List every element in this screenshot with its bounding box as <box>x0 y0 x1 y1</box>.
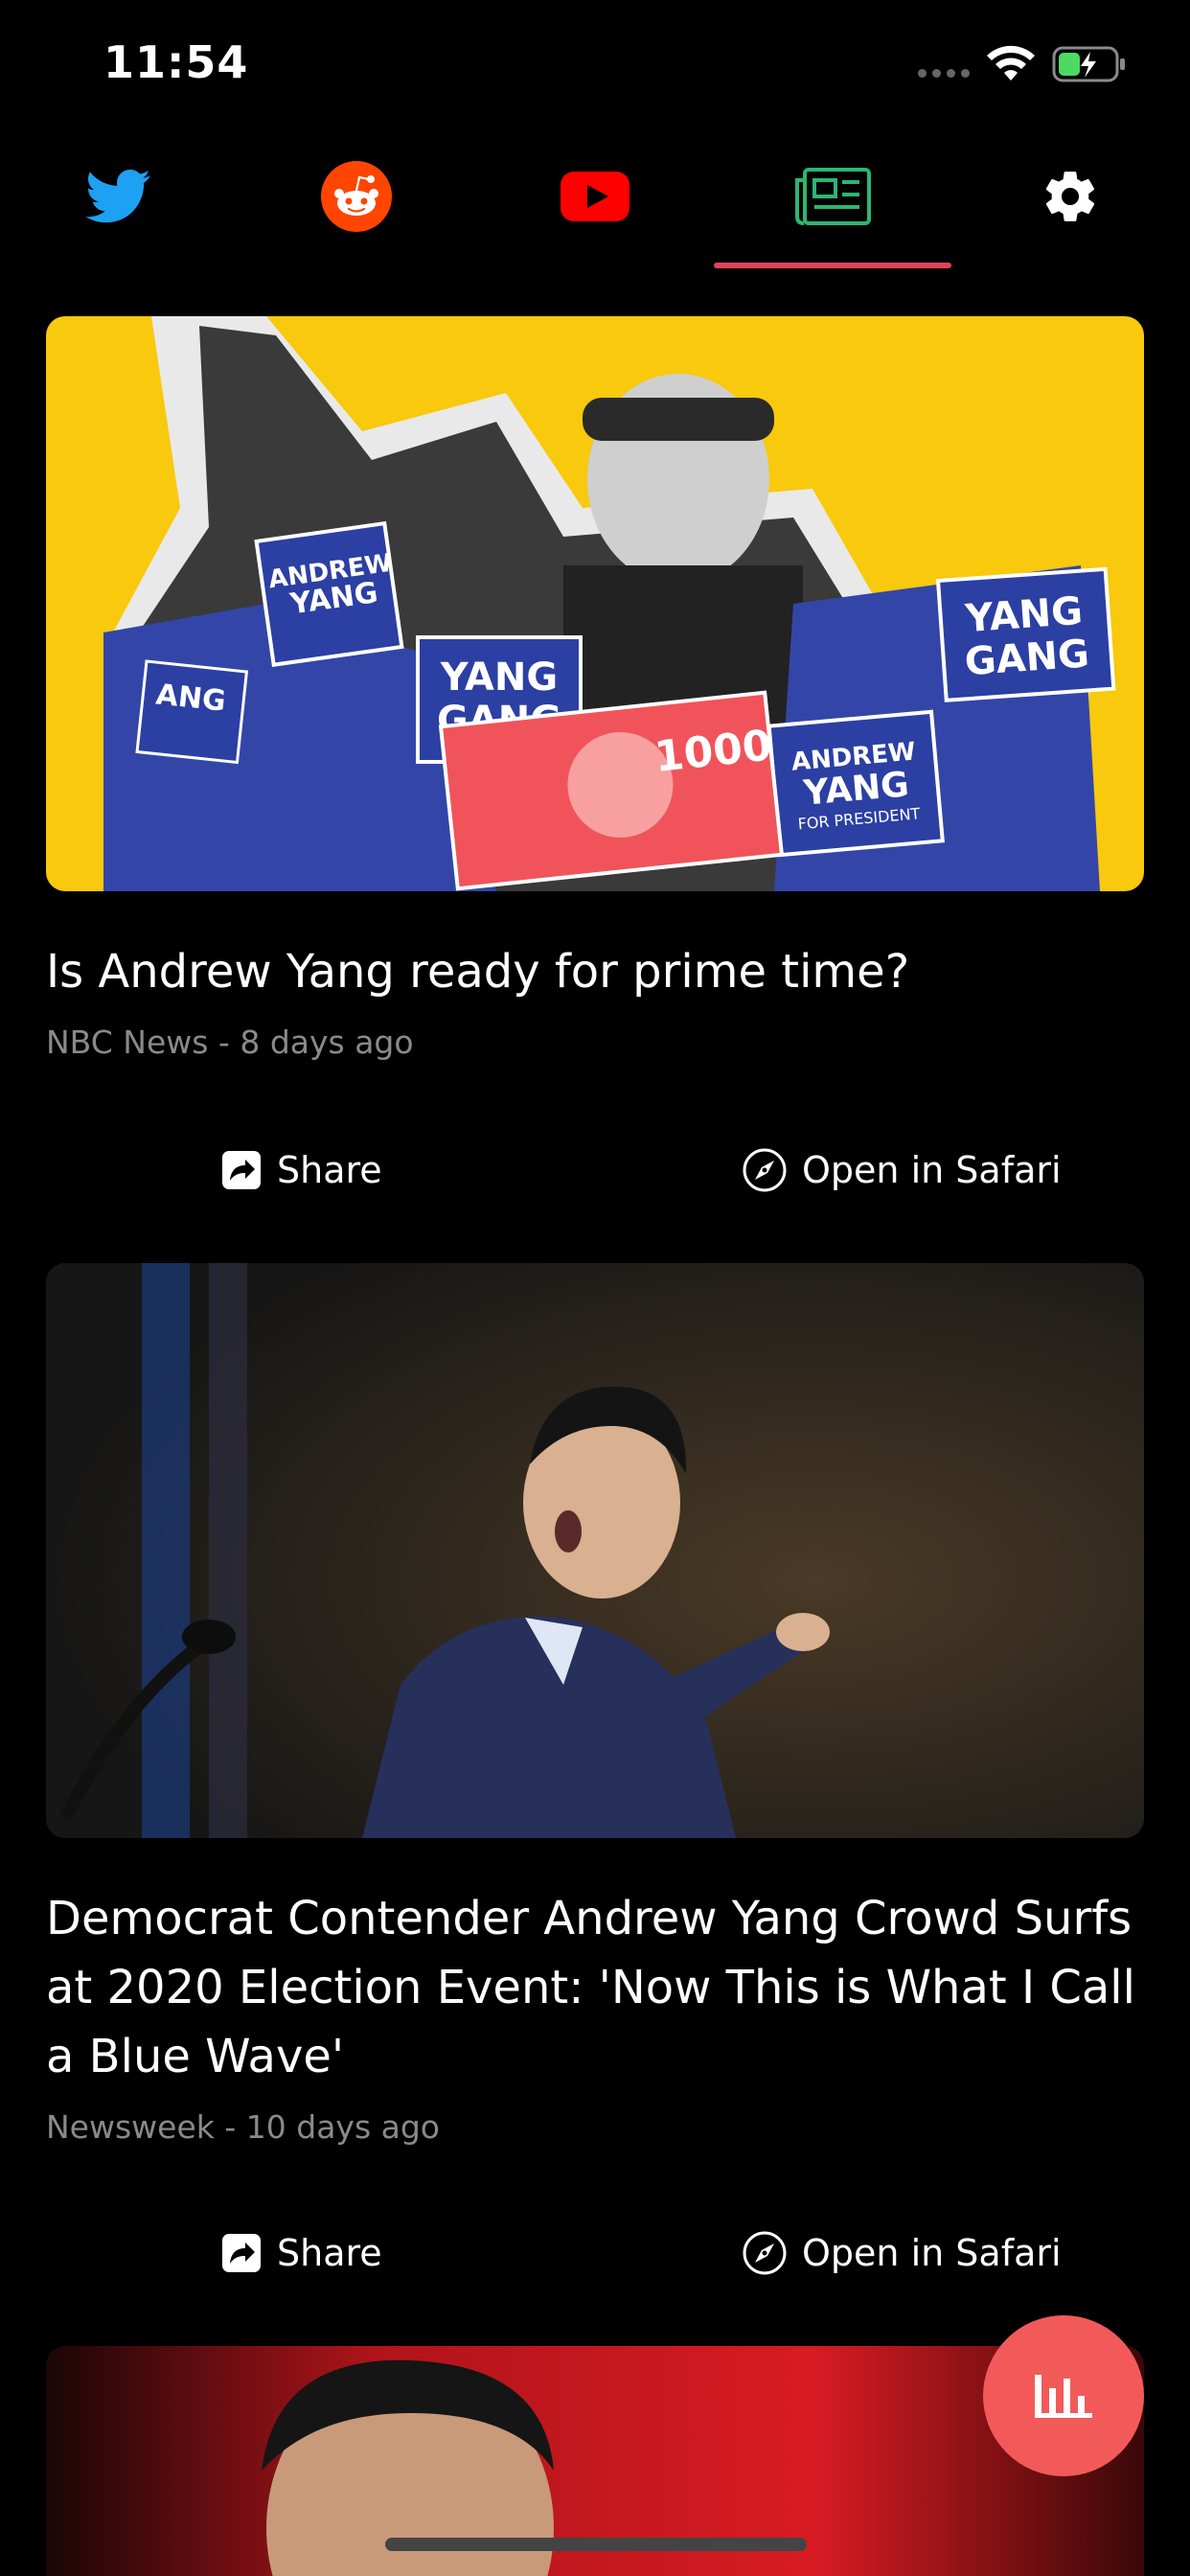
article-actions: Share Open in Safari <box>46 1127 1144 1213</box>
tab-youtube[interactable] <box>476 144 714 249</box>
twitter-icon <box>86 169 150 223</box>
gear-icon <box>1045 172 1095 221</box>
status-time: 11:54 <box>103 36 249 88</box>
open-in-safari-button[interactable]: Open in Safari <box>743 1127 1062 1213</box>
bar-chart-icon <box>1035 2375 1092 2418</box>
stats-fab-button[interactable] <box>983 2315 1144 2476</box>
compass-icon <box>743 1148 787 1192</box>
open-in-safari-label: Open in Safari <box>802 1149 1062 1191</box>
youtube-icon <box>561 172 629 221</box>
reddit-icon <box>321 161 392 232</box>
share-button[interactable]: Share <box>221 1127 382 1213</box>
tab-twitter[interactable] <box>0 144 238 249</box>
tab-news[interactable] <box>714 144 951 249</box>
article-source-time: NBC News - 8 days ago <box>46 1024 414 1061</box>
article-card[interactable]: Democrat Contender Andrew Yang Crowd Sur… <box>46 1263 1144 2146</box>
article-headline[interactable]: Democrat Contender Andrew Yang Crowd Sur… <box>46 1884 1144 2091</box>
share-button[interactable]: Share <box>221 2210 382 2296</box>
article-actions: Share Open in Safari <box>46 2210 1144 2296</box>
share-icon <box>222 2234 261 2272</box>
wifi-icon <box>987 45 1035 80</box>
article-image[interactable] <box>46 1263 1144 1838</box>
news-icon <box>795 168 871 225</box>
tab-reddit[interactable] <box>238 144 475 249</box>
article-image[interactable]: ANDREW YANG YANG GANG YANG GANG ANDREW Y… <box>46 316 1144 891</box>
article-source-time: Newsweek - 10 days ago <box>46 2108 440 2146</box>
open-in-safari-button[interactable]: Open in Safari <box>743 2210 1062 2296</box>
source-tab-bar <box>0 144 1190 268</box>
selected-tab-indicator <box>714 263 951 268</box>
svg-text:GANG: GANG <box>963 632 1090 684</box>
svg-text:YANG: YANG <box>440 656 558 700</box>
share-icon <box>222 1151 261 1189</box>
article-card[interactable]: ANDREW YANG YANG GANG YANG GANG ANDREW Y… <box>46 316 1144 1061</box>
tab-settings[interactable] <box>951 144 1189 249</box>
home-indicator <box>385 2538 807 2551</box>
article-headline[interactable]: Is Andrew Yang ready for prime time? <box>46 937 1144 1006</box>
cellular-signal-icon <box>918 69 970 78</box>
share-label: Share <box>277 1149 382 1191</box>
compass-icon <box>743 2231 787 2275</box>
status-bar: 11:54 <box>0 0 1190 134</box>
share-label: Share <box>277 2232 382 2274</box>
battery-charging-icon <box>1052 46 1125 82</box>
open-in-safari-label: Open in Safari <box>802 2232 1062 2274</box>
